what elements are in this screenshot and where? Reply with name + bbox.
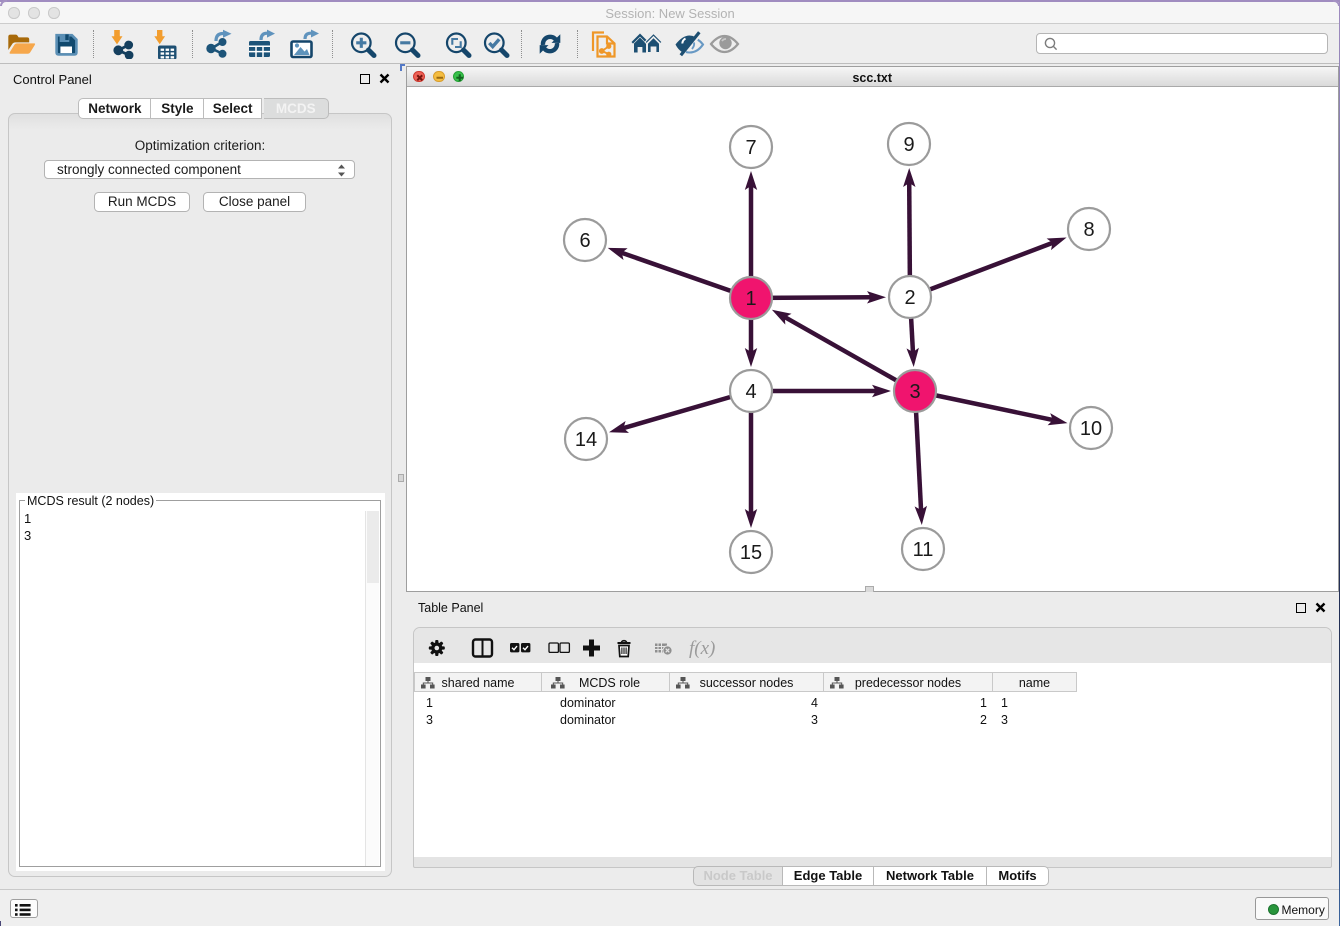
svg-text:9: 9 xyxy=(903,134,914,156)
svg-text:15: 15 xyxy=(740,542,762,564)
svg-text:4: 4 xyxy=(745,381,756,403)
svg-text:f(x): f(x) xyxy=(689,638,715,658)
svg-text:1: 1 xyxy=(745,288,756,310)
svg-text:10: 10 xyxy=(1080,418,1102,440)
svg-text:7: 7 xyxy=(745,137,756,159)
svg-text:8: 8 xyxy=(1083,219,1094,241)
svg-text:2: 2 xyxy=(904,287,915,309)
svg-text:3: 3 xyxy=(909,381,920,403)
svg-text:14: 14 xyxy=(575,429,597,451)
svg-text:11: 11 xyxy=(913,539,934,561)
svg-text:6: 6 xyxy=(579,230,590,252)
